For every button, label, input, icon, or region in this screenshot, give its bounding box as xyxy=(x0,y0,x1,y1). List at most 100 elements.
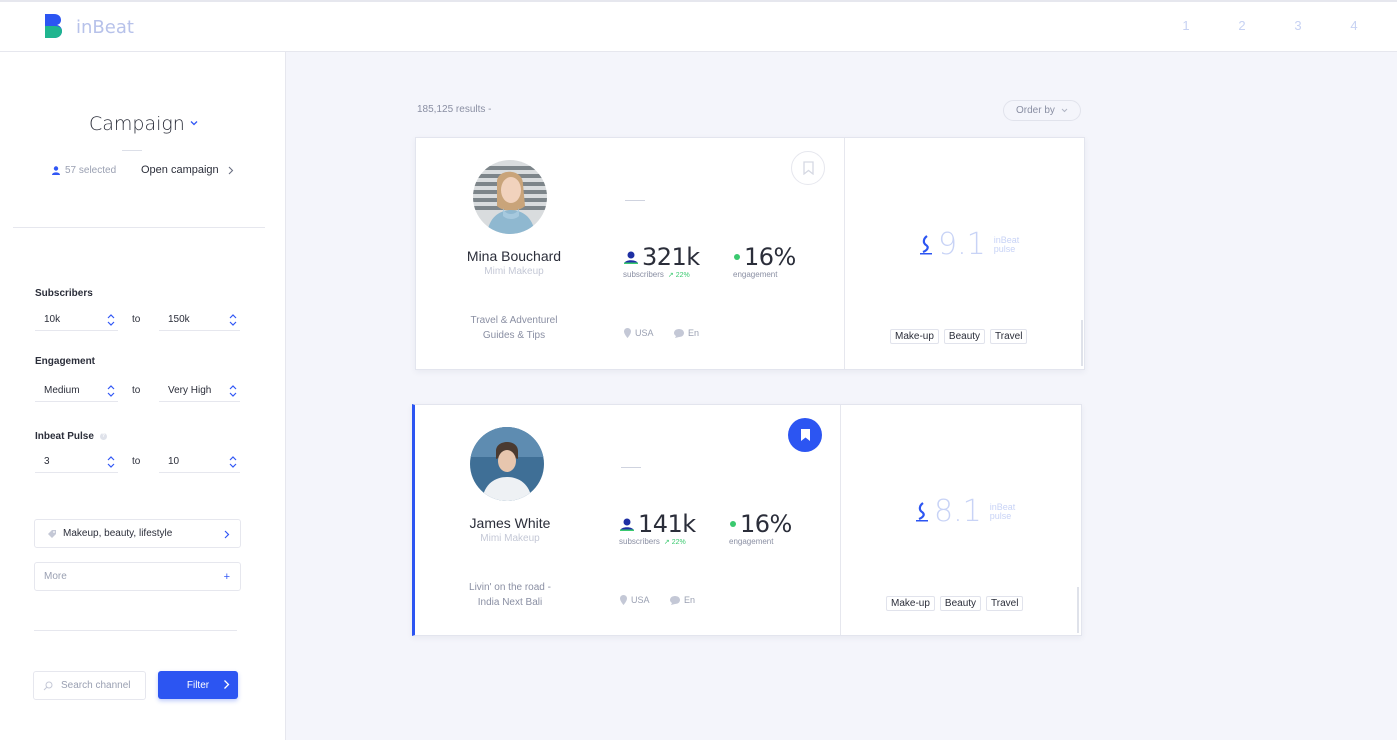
divider xyxy=(34,630,237,631)
bookmark-icon xyxy=(802,161,814,175)
influencer-handle: Mimi Makeup xyxy=(480,533,540,544)
search-placeholder: Search channel xyxy=(61,680,131,691)
brand-name: inBeat xyxy=(76,17,134,38)
pulse-value: 8.1 xyxy=(934,494,982,529)
divider xyxy=(621,467,641,468)
bookmark-button[interactable] xyxy=(791,151,825,185)
subscribers-sub: subscribers ↗ 22% xyxy=(619,537,686,546)
range-to-label: to xyxy=(132,385,141,396)
step-1[interactable]: 1 xyxy=(1179,18,1193,33)
user-icon xyxy=(620,518,634,531)
engagement-value: 16% xyxy=(744,243,796,271)
updown-icon xyxy=(107,456,115,468)
range-to-label: to xyxy=(132,314,141,325)
growth-value: ↗ 22% xyxy=(667,272,690,279)
pulse-value: 9.1 xyxy=(938,227,986,262)
filter-button[interactable]: Filter xyxy=(158,671,238,699)
location-pin-icon xyxy=(624,328,631,338)
results-count: 185,125 results - xyxy=(417,104,492,115)
pulse-max-select[interactable]: 10 xyxy=(159,451,240,473)
subscribers-value: 141k xyxy=(638,510,696,538)
pulse-min-value: 3 xyxy=(44,456,50,467)
country-value: USA xyxy=(631,595,650,605)
pulse-label: Inbeat Pulse? xyxy=(35,431,107,442)
engagement-label: Engagement xyxy=(35,356,96,367)
scrollbar[interactable] xyxy=(1077,587,1079,633)
engagement-max-value: Very High xyxy=(168,385,212,396)
subscribers-max-value: 150k xyxy=(168,314,190,325)
updown-icon xyxy=(107,314,115,326)
campaign-title[interactable]: Campaign xyxy=(89,113,185,135)
engagement-stat: 16% xyxy=(734,243,796,271)
location-pin-icon xyxy=(620,595,627,605)
influencer-name[interactable]: James White xyxy=(430,515,590,531)
step-3[interactable]: 3 xyxy=(1291,18,1305,33)
chevron-right-icon xyxy=(224,680,230,689)
card-separator xyxy=(844,138,845,369)
chevron-down-icon xyxy=(1061,108,1068,113)
tag[interactable]: Beauty xyxy=(939,596,982,611)
influencer-card[interactable]: James White Mimi Makeup Livin' on the ro… xyxy=(412,404,1082,636)
engagement-max-select[interactable]: Very High xyxy=(159,380,240,402)
subscribers-min-select[interactable]: 10k xyxy=(35,309,118,331)
updown-icon xyxy=(229,456,237,468)
tag-list: Make-up Beauty Travel xyxy=(886,596,1024,611)
bio-line: Livin' on the road - xyxy=(469,582,551,593)
open-campaign-link[interactable]: Open campaign xyxy=(141,164,234,176)
avatar-image xyxy=(470,427,544,501)
pulse-icon xyxy=(916,501,928,521)
chevron-right-icon xyxy=(228,166,233,174)
language: En xyxy=(670,595,695,605)
engagement-min-value: Medium xyxy=(44,385,80,396)
pulse-min-select[interactable]: 3 xyxy=(35,451,118,473)
subscribers-sub: subscribers ↗ 22% xyxy=(623,270,690,279)
bookmark-icon xyxy=(800,429,810,441)
influencer-bio: Travel & Adventurel Guides & Tips xyxy=(444,313,584,343)
avatar xyxy=(473,160,547,234)
tag[interactable]: Make-up xyxy=(890,329,939,344)
help-icon[interactable]: ? xyxy=(99,432,107,440)
pulse-label-word: pulse xyxy=(989,510,1012,521)
top-bar: inBeat 1 2 3 4 xyxy=(0,0,1397,52)
engagement-min-select[interactable]: Medium xyxy=(35,380,118,402)
chat-bubble-icon xyxy=(674,328,684,338)
subscribers-label: subscribers xyxy=(619,537,660,546)
title-underline xyxy=(122,150,142,151)
subscribers-label: Subscribers xyxy=(35,288,93,299)
tag[interactable]: Travel xyxy=(990,329,1028,344)
more-filters[interactable]: More + xyxy=(34,562,241,591)
engagement-label: engagement xyxy=(729,537,774,546)
subscribers-stat: 141k xyxy=(620,510,696,538)
user-icon xyxy=(52,166,60,175)
search-icon xyxy=(43,681,53,690)
bookmark-button[interactable] xyxy=(788,418,822,452)
subscribers-label: subscribers xyxy=(623,270,664,279)
tag[interactable]: Make-up xyxy=(886,596,935,611)
pulse-label-text: Inbeat Pulse xyxy=(35,431,94,442)
step-2[interactable]: 2 xyxy=(1235,18,1249,33)
country: USA xyxy=(620,595,650,605)
order-by-dropdown[interactable]: Order by xyxy=(1003,100,1081,121)
pulse-label: inBeat pulse xyxy=(989,502,1016,521)
open-campaign-label: Open campaign xyxy=(141,164,219,176)
country: USA xyxy=(624,328,654,338)
updown-icon xyxy=(229,314,237,326)
inbeat-logo-icon xyxy=(45,14,62,38)
tag[interactable]: Travel xyxy=(986,596,1024,611)
search-channel-input[interactable]: Search channel xyxy=(33,671,146,700)
country-value: USA xyxy=(635,328,654,338)
pulse-score: 9.1 inBeat pulse xyxy=(920,227,1019,262)
influencer-name[interactable]: Mina Bouchard xyxy=(434,248,594,264)
subscribers-min-value: 10k xyxy=(44,314,61,325)
tag-list: Make-up Beauty Travel xyxy=(890,329,1028,344)
engagement-stat: 16% xyxy=(730,510,792,538)
step-4[interactable]: 4 xyxy=(1347,18,1361,33)
influencer-card[interactable]: Mina Bouchard Mimi Makeup Travel & Adven… xyxy=(415,137,1085,370)
bio-line: India Next Bali xyxy=(477,597,543,608)
category-selector[interactable]: Makeup, beauty, lifestyle xyxy=(34,519,241,548)
range-to-label: to xyxy=(132,456,141,467)
tag[interactable]: Beauty xyxy=(943,329,986,344)
chevron-down-icon[interactable] xyxy=(189,118,199,128)
scrollbar[interactable] xyxy=(1081,320,1083,366)
subscribers-max-select[interactable]: 150k xyxy=(159,309,240,331)
